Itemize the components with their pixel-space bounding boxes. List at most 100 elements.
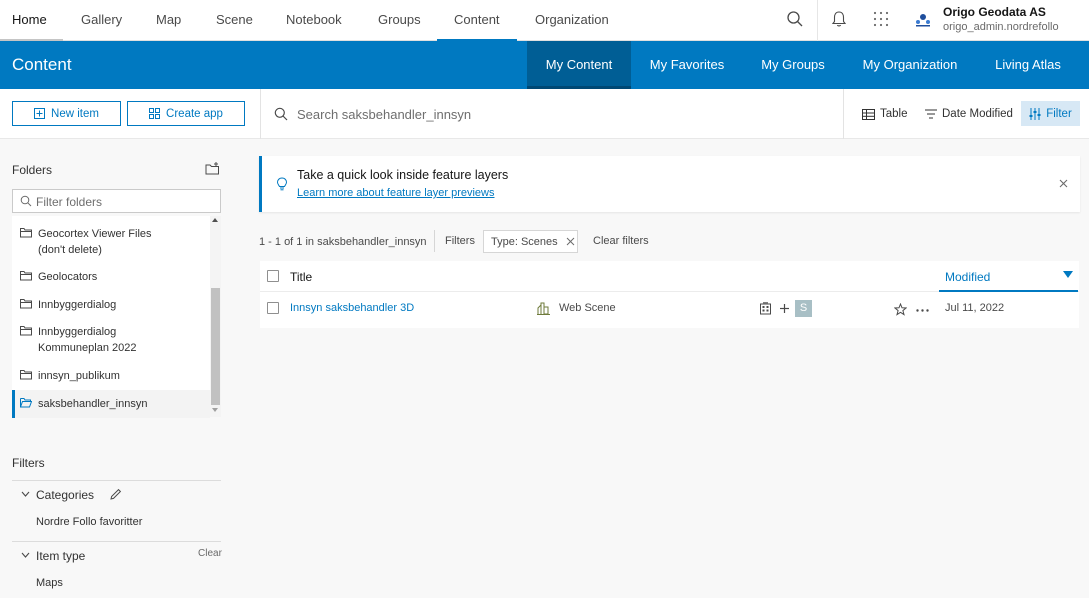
sliders-icon <box>1029 107 1041 120</box>
favorite-star-icon[interactable] <box>894 303 907 316</box>
table-icon <box>862 108 875 120</box>
top-navigation: Home Gallery Map Scene Notebook Groups C… <box>0 0 1089 41</box>
select-all-checkbox[interactable] <box>267 270 279 282</box>
plus-icon[interactable] <box>779 303 790 314</box>
chevron-down-icon[interactable] <box>21 552 30 558</box>
divider <box>12 480 221 481</box>
search-icon <box>274 107 288 121</box>
new-item-button[interactable]: New item <box>12 101 121 126</box>
org-logo[interactable] <box>912 12 934 28</box>
folder-list: Geocortex Viewer Files (don't delete) Geo… <box>12 216 221 418</box>
new-folder-icon[interactable] <box>205 162 220 175</box>
categories-label[interactable]: Categories <box>36 488 94 502</box>
table-label: Table <box>880 108 908 120</box>
sort-dropdown[interactable]: Date Modified <box>925 103 1013 125</box>
folder-open-icon <box>20 398 32 408</box>
column-header-title[interactable]: Title <box>290 270 312 284</box>
clear-item-type-link[interactable]: Clear <box>198 548 222 559</box>
item-title-link[interactable]: Innsyn saksbehandler 3D <box>290 302 414 314</box>
tab-my-content[interactable]: My Content <box>527 41 631 89</box>
nav-tab-gallery[interactable]: Gallery <box>81 0 122 41</box>
item-type-label[interactable]: Item type <box>36 549 85 563</box>
folder-item-active[interactable]: saksbehandler_innsyn <box>12 390 210 418</box>
sort-icon <box>925 109 937 119</box>
nav-tab-content[interactable]: Content <box>454 0 500 41</box>
user-display-name[interactable]: Origo Geodata AS <box>943 5 1046 19</box>
folder-icon <box>20 299 32 309</box>
item-status-badge: S <box>795 300 812 317</box>
create-app-label: Create app <box>166 107 223 120</box>
nav-tab-scene[interactable]: Scene <box>216 0 253 41</box>
folder-item[interactable]: Geocortex Viewer Files (don't delete) <box>12 226 210 260</box>
chevron-down-icon[interactable] <box>21 491 30 497</box>
plus-square-icon <box>34 108 46 119</box>
nav-tab-map[interactable]: Map <box>156 0 181 41</box>
folder-name: saksbehandler_innsyn <box>38 398 148 410</box>
close-icon[interactable] <box>1059 179 1068 188</box>
folder-item[interactable]: Innbyggerdialog Kommuneplan 2022 <box>12 324 210 358</box>
item-type-option[interactable]: Maps <box>36 577 63 589</box>
category-option[interactable]: Nordre Follo favoritter <box>36 516 142 528</box>
folder-name: Innbyggerdialog <box>38 326 117 338</box>
folder-scrollbar-thumb[interactable] <box>211 288 220 405</box>
page-title: Content <box>12 55 72 74</box>
notice-learn-more-link[interactable]: Learn more about feature layer previews <box>297 187 495 199</box>
sort-descending-icon[interactable] <box>1063 271 1073 278</box>
folder-filter-input[interactable] <box>36 193 216 210</box>
filter-label: Filter <box>1046 107 1072 120</box>
nav-tab-organization[interactable]: Organization <box>535 0 609 41</box>
tab-my-groups[interactable]: My Groups <box>752 41 834 89</box>
content-header-bar: Content My Content My Favorites My Group… <box>0 41 1089 89</box>
app-grid-icon <box>149 108 161 119</box>
create-app-button[interactable]: Create app <box>127 101 245 126</box>
scroll-up-arrow-icon[interactable] <box>212 218 218 222</box>
nav-tab-notebook[interactable]: Notebook <box>286 0 342 41</box>
nav-tab-groups[interactable]: Groups <box>378 0 421 41</box>
search-icon <box>20 195 32 207</box>
modified-sort-indicator <box>939 290 1078 292</box>
nav-divider <box>817 0 818 41</box>
folders-heading: Folders <box>12 163 53 177</box>
folder-filter-field <box>12 189 221 213</box>
organization-share-icon <box>760 302 771 315</box>
folder-name: Geocortex Viewer Files <box>38 228 152 240</box>
search-icon[interactable] <box>786 10 806 30</box>
table-view-toggle[interactable]: Table <box>862 103 908 125</box>
folder-item[interactable]: Geolocators <box>12 269 210 287</box>
bell-icon[interactable] <box>830 10 850 30</box>
folder-item[interactable]: innsyn_publikum <box>12 368 210 386</box>
search-input[interactable] <box>297 103 817 125</box>
user-username[interactable]: origo_admin.nordrefollo <box>943 21 1059 33</box>
filters-label: Filters <box>445 235 475 247</box>
column-header-modified[interactable]: Modified <box>945 270 990 284</box>
feature-layer-notice: Take a quick look inside feature layers … <box>259 156 1080 212</box>
sort-label: Date Modified <box>942 108 1013 120</box>
folder-icon <box>20 370 32 380</box>
clear-filters-link[interactable]: Clear filters <box>593 235 649 247</box>
folder-name-line2: (don't delete) <box>38 244 102 256</box>
new-item-label: New item <box>51 107 99 120</box>
nav-tab-home[interactable]: Home <box>12 0 47 41</box>
filter-toggle-button[interactable]: Filter <box>1021 101 1080 126</box>
folder-name: Innbyggerdialog <box>38 299 117 311</box>
folder-name: Geolocators <box>38 271 98 283</box>
folder-item[interactable]: Innbyggerdialog <box>12 297 210 315</box>
close-icon[interactable] <box>566 237 575 246</box>
notice-title: Take a quick look inside feature layers <box>297 168 509 182</box>
app-launcher-icon[interactable] <box>872 10 892 30</box>
tab-my-organization[interactable]: My Organization <box>855 41 965 89</box>
tab-my-favorites[interactable]: My Favorites <box>641 41 733 89</box>
row-checkbox[interactable] <box>267 302 279 314</box>
folder-icon <box>20 326 32 336</box>
folder-name-line2: Kommuneplan 2022 <box>38 342 137 354</box>
tab-living-atlas[interactable]: Living Atlas <box>985 41 1071 89</box>
divider <box>434 230 435 252</box>
item-type: Web Scene <box>559 302 616 314</box>
pencil-icon[interactable] <box>109 488 122 501</box>
type-filter-chip[interactable]: Type: Scenes <box>483 230 578 253</box>
scroll-down-arrow-icon[interactable] <box>212 408 218 412</box>
more-options-icon[interactable] <box>916 309 929 312</box>
folder-icon <box>20 271 32 281</box>
content-search <box>260 89 844 139</box>
folder-icon <box>20 228 32 238</box>
